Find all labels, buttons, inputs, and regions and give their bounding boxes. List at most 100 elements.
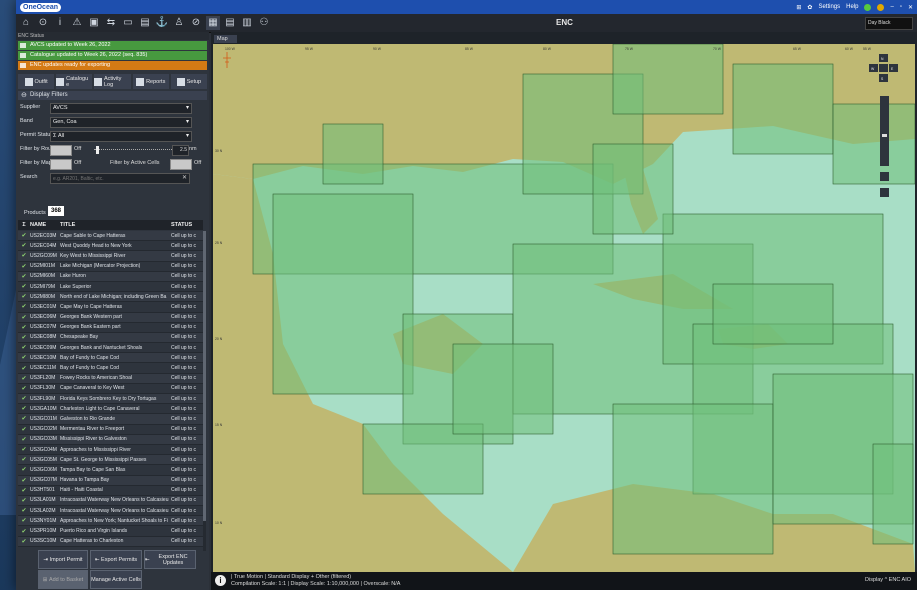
scrollbar-thumb[interactable] [203,231,206,521]
map-view[interactable]: Map 100 W 95 W 90 W 85 W 80 W 75 W 70 W … [211,32,917,590]
warning-icon[interactable]: ⚠ [70,16,84,30]
help-link[interactable]: Help [846,4,858,10]
tide-icon[interactable]: ⊘ [189,16,203,30]
tab-outfit[interactable]: Outfit [18,74,55,89]
row-name: US3NY01M [30,517,57,524]
tab-activity-log[interactable]: Activity Log [94,74,131,89]
table-row[interactable]: ✔ US3GC03M Mississippi River to Galveston C… [18,434,203,445]
zoom-slider[interactable] [880,96,889,166]
zoom-slider-handle[interactable] [882,134,887,137]
ship-icon[interactable]: ⇆ [104,16,118,30]
tab-catalogue[interactable]: Catalogu e [56,74,93,89]
enc-icon[interactable]: ▦ [206,16,220,30]
active-cells-toggle[interactable] [170,159,192,170]
table-row[interactable]: ✔ US3FL90M Florida Keys Sombrero Key to Dr… [18,394,203,405]
tab-setup[interactable]: Setup [170,74,208,89]
person-icon[interactable]: ♙ [172,16,186,30]
add-to-basket-button[interactable]: ⊞ Add to Basket [38,570,88,589]
band-select[interactable]: Gen, Coa [50,117,192,128]
table-row[interactable]: ✔ US3HT501 Haiti - Haiti Coastal Cell up to… [18,486,203,496]
status-avcs: AVCS updated to Week 26, 2022 [18,41,207,50]
row-status: Cell up to c [171,303,197,310]
table-row[interactable]: ✔ US3GC05M Cape St. George to Mississippi … [18,455,203,466]
table-row[interactable]: ✔ US2MI80M North end of Lake Michigan; inc… [18,292,203,303]
table-row[interactable]: ✔ US2EC03M Cape Sable to Cape Hatteras Cell… [18,231,203,242]
search-input[interactable] [53,174,173,183]
table-row[interactable]: ✔ US2GC09M Key West to Mississippi River Ce… [18,251,203,262]
table-row[interactable]: ✔ US3EC07M Georges Bank Eastern part Cell u… [18,323,203,333]
export-permits-button[interactable]: ⇤ Export Permits [90,550,142,569]
minimize-button[interactable]: – [890,4,893,10]
row-name: US3SC10M [30,538,57,545]
compass-center-button[interactable] [879,64,888,72]
chart-list-icon[interactable]: ▤ [138,16,152,30]
status-export[interactable]: ENC updates ready for exporting [18,61,207,70]
settings-link[interactable]: Settings [818,4,840,10]
clear-icon[interactable]: ✕ [182,174,187,183]
table-row[interactable]: ✔ US3EC01M Cape May to Cape Hatteras Cell u… [18,302,203,313]
table-row[interactable]: ✔ US3FL30M Cape Canaveral to Key West Cell … [18,384,203,394]
table-row[interactable]: ✔ US3PR10M Puerto Rico and Virgin Islands C… [18,526,203,537]
table-scrollbar[interactable] [203,231,206,551]
import-permit-button[interactable]: ⇥ Import Permit [38,550,88,569]
measure-tool-button[interactable] [880,172,889,181]
sigma-column[interactable]: Σ [18,222,30,228]
theme-select[interactable]: Day Black [865,17,913,30]
info-icon[interactable]: i [215,575,226,586]
table-row[interactable]: ✔ US3EC06M Georges Bank Western part Cell u… [18,312,203,323]
maximize-button[interactable]: ▫ [900,4,902,10]
map-filter-toggle[interactable] [50,159,72,170]
tab-reports[interactable]: Reports [132,74,169,89]
basket-icon[interactable]: ⊞ [796,4,801,11]
map-tab[interactable]: Map [214,35,237,43]
close-button[interactable]: ✕ [908,4,913,11]
table-row[interactable]: ✔ US3NY01M Approaches to New York; Nantuck… [18,516,203,527]
table-row[interactable]: ✔ US3SC10M Cape Hatteras to Charleston Cell… [18,536,203,547]
table-row[interactable]: ✔ US2MI01M Lake Michigan (Mercator Project… [18,262,203,272]
route-icon[interactable]: ▣ [87,16,101,30]
table-row[interactable]: ✔ US3GC02M Mermentau River to Freeport Cell… [18,425,203,435]
table-row[interactable]: ✔ US3GC06M Tampa Bay to Cape San Blas Cell … [18,465,203,476]
crew-icon[interactable]: ⚇ [257,16,271,30]
table-row[interactable]: ✔ US3GA10M Charleston Light to Cape Canave… [18,404,203,415]
layers-icon[interactable]: ▥ [240,16,254,30]
supplier-select[interactable]: AVCS [50,103,192,114]
export-enc-button[interactable]: ⇤ Export ENC Updates [144,550,196,569]
status-column[interactable]: STATUS [171,222,203,228]
route-nm-input[interactable]: 2.5 [172,145,189,156]
name-column[interactable]: NAME [30,222,60,228]
table-row[interactable]: ✔ US2MI60M Lake Huron Cell up to c [18,271,203,282]
table-row[interactable]: ✔ US3GC04M Approaches to Mississippi River… [18,445,203,456]
products-label: Products [24,210,46,216]
gear-icon[interactable]: ✿ [807,4,812,11]
table-row[interactable]: ✔ US3FL20M Fowey Rocks to American Shoal Ce… [18,373,203,384]
display-filters-header[interactable]: Display Filters [18,91,207,100]
table-row[interactable]: ✔ US3EC11M Bay of Fundy to Cape Cod Cell up… [18,363,203,374]
slider-knob[interactable] [96,146,99,154]
table-row[interactable]: ✔ US3GC01M Galveston to Rio Grande Cell up … [18,414,203,425]
permit-select[interactable]: Σ All [50,131,192,142]
anchor-icon[interactable]: ⚓ [155,16,169,30]
table-row[interactable]: ✔ US3EC09M Georges Bank and Nantucket Shoa… [18,343,203,354]
app-logo: OneOcean [20,2,62,12]
table-row[interactable]: ✔ US2EC04M West Quoddy Head to New York Cel… [18,241,203,252]
book-icon[interactable]: ▭ [121,16,135,30]
route-distance-slider[interactable] [94,146,174,154]
settings-tool-button[interactable] [880,188,889,197]
status-display-controls[interactable]: Display ^ ENC AIO [865,577,911,583]
home-icon[interactable]: ⌂ [19,16,33,30]
location-icon[interactable]: ⊙ [36,16,50,30]
route-toggle[interactable] [50,145,72,156]
catalogue-icon[interactable]: ▤ [223,16,237,30]
table-row[interactable]: ✔ US2MI79M Lake Superior Cell up to c [18,282,203,293]
row-title: Fowey Rocks to American Shoal [60,375,132,382]
table-row[interactable]: ✔ US3GC07M Havana to Tampa Bay Cell up to c [18,475,203,486]
manage-cells-button[interactable]: Manage Active Cells [90,570,142,589]
info-icon[interactable]: i [53,16,67,30]
table-row[interactable]: ✔ US3LA02M Intracoastal Waterway New Orlea… [18,506,203,517]
enc-chart-map[interactable]: 100 W 95 W 90 W 85 W 80 W 75 W 70 W 65 W… [213,44,915,572]
table-row[interactable]: ✔ US3EC08M Chesapeake Bay Cell up to c [18,332,203,344]
title-column[interactable]: TITLE [60,222,171,228]
table-row[interactable]: ✔ US3EC10M Bay of Fundy to Cape Cod Cell up… [18,353,203,364]
table-row[interactable]: ✔ US3LA01M Intracoastal Waterway New Orlea… [18,495,203,507]
